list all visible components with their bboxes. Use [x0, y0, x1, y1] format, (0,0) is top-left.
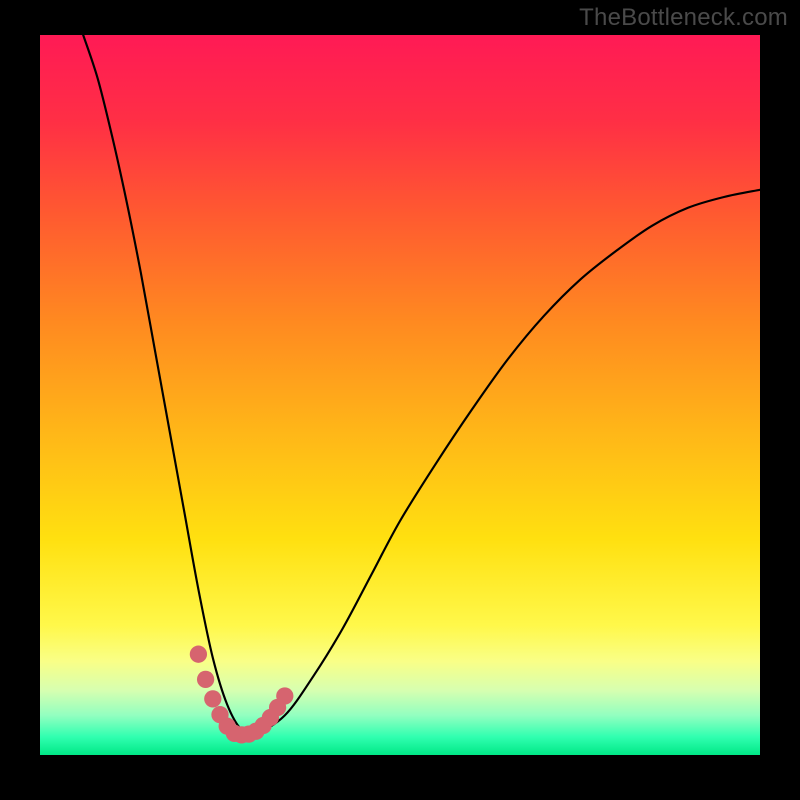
highlighted-marker [197, 671, 214, 688]
chart-svg [40, 35, 760, 755]
plot-area [40, 35, 760, 755]
watermark-text: TheBottleneck.com [579, 4, 788, 32]
highlighted-marker [190, 646, 207, 663]
highlighted-marker [204, 690, 221, 707]
gradient-background [40, 35, 760, 755]
highlighted-marker [276, 687, 293, 704]
chart-frame: TheBottleneck.com [0, 0, 800, 800]
